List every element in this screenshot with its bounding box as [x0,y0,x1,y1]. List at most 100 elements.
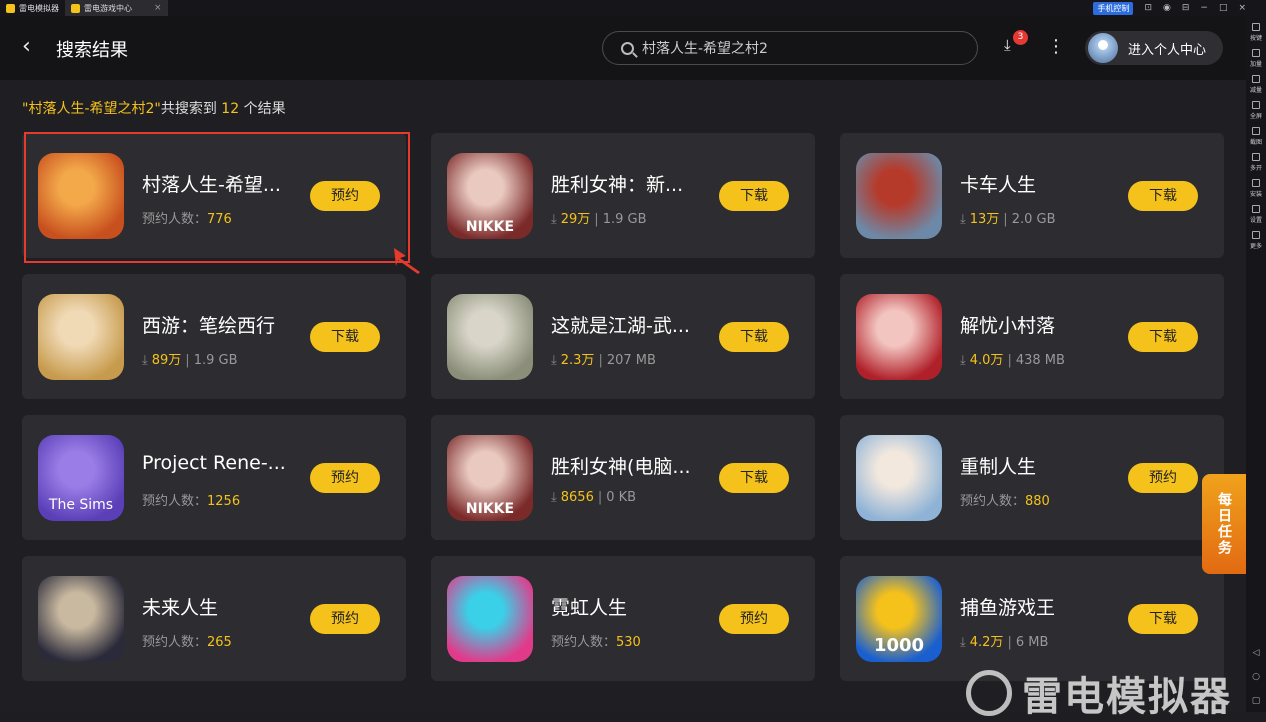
android-nav: ◁ ○ ▢ [1246,648,1266,706]
gamepad-icon[interactable]: ⊡ [1144,3,1152,13]
download-count-icon: ⤓ [551,212,557,227]
result-card[interactable]: The Sims Project Rene-... 预约人数：1256 预约 [22,415,406,540]
result-card[interactable]: 解忧小村落 ⤓ 4.0万 | 438 MB 下载 [840,274,1224,399]
more-options-icon[interactable]: ⋮ [1047,38,1065,56]
game-meta: ⤓ 89万 | 1.9 GB [142,349,238,368]
reserve-button[interactable]: 预约 [310,463,380,493]
user-center-button[interactable]: 进入个人中心 [1085,31,1223,65]
result-card[interactable]: 这就是江湖-武... ⤓ 2.3万 | 207 MB 下载 [431,274,815,399]
avatar [1088,33,1118,63]
result-card[interactable]: 1000 捕鱼游戏王 ⤓ 4.2万 | 6 MB 下载 [840,556,1224,681]
keymap-button[interactable]: 按键 [1250,23,1262,42]
close-icon[interactable]: × [1238,3,1246,13]
search-icon [621,41,634,55]
download-button[interactable]: 下载 [719,322,789,352]
download-button[interactable]: 下载 [1128,322,1198,352]
download-button[interactable]: 下载 [719,181,789,211]
download-button[interactable]: 下载 [719,463,789,493]
scissors-icon [1251,127,1260,135]
search-bar[interactable] [602,31,978,65]
reservation-label: 预约人数： [142,635,208,650]
download-icon: ⤓ [1004,36,1011,54]
emulator-side-toolbar: 按键 加量 减量 全屏 截图 多开 安装 设置 更多 ◁ ○ ▢ [1246,16,1266,712]
reserve-button[interactable]: 预约 [310,181,380,211]
reserve-button[interactable]: 预约 [1128,463,1198,493]
icon-label: 1000 [873,635,925,656]
meta-separator: | [597,490,603,505]
home-nav-icon[interactable]: ○ [1252,672,1260,682]
result-card[interactable]: 卡车人生 ⤓ 13万 | 2.0 GB 下载 [840,133,1224,258]
meta-separator: | [594,212,599,227]
tab-game-center[interactable]: 雷电游戏中心 × [65,0,168,16]
user-icon[interactable]: ◉ [1163,3,1171,13]
result-card[interactable]: 重制人生 预约人数：880 预约 [840,415,1224,540]
download-button[interactable]: 下载 [1128,604,1198,634]
download-count: 4.0万 [969,353,1004,368]
game-name: 胜利女神：新... [551,174,684,196]
game-icon: NIKKE [447,153,533,239]
result-card[interactable]: 未来人生 预约人数：265 预约 [22,556,406,681]
game-icon: The Sims [38,435,124,521]
download-count: 13万 [969,212,1000,227]
more-button[interactable]: 更多 [1250,231,1262,250]
game-name: 捕鱼游戏王 [960,597,1056,619]
result-card[interactable]: NIKKE 胜利女神(电脑... ⤓ 8656 | 0 KB 下载 [431,415,815,540]
download-button[interactable]: 下载 [310,322,380,352]
download-count-icon: ⤓ [551,353,557,368]
result-card[interactable]: NIKKE 胜利女神：新... ⤓ 29万 | 1.9 GB 下载 [431,133,815,258]
volume-up-icon [1251,49,1260,57]
volume-up-button[interactable]: 加量 [1250,49,1262,68]
screenshot-button[interactable]: 截图 [1250,127,1262,146]
phone-control-button[interactable]: 手机控制 [1093,1,1134,15]
maximize-icon[interactable]: □ [1219,3,1228,13]
icon-label: The Sims [48,497,114,513]
tab-ldplayer[interactable]: 雷电模拟器 [0,0,65,16]
page-title: 搜索结果 [56,40,128,61]
result-card[interactable]: 村落人生-希望... 预约人数：776 预约 [22,133,406,258]
volume-down-icon [1251,75,1260,83]
recents-nav-icon[interactable]: ▢ [1252,696,1261,706]
reservation-label: 预约人数： [551,635,617,650]
reservation-count: 265 [207,635,232,650]
reservation-label: 预约人数： [142,494,208,509]
fullscreen-button[interactable]: 全屏 [1250,101,1262,120]
tab-label: 雷电模拟器 [19,3,59,13]
game-icon: NIKKE [447,435,533,521]
reserve-button[interactable]: 预约 [310,604,380,634]
game-meta: ⤓ 8656 | 0 KB [551,490,636,505]
download-count: 4.2万 [969,635,1004,650]
game-icon [38,576,124,662]
tab-close-icon[interactable]: × [154,3,162,13]
minimize-icon[interactable]: − [1200,3,1208,13]
reserve-button[interactable]: 预约 [719,604,789,634]
reservation-label: 预约人数： [142,212,208,227]
reservation-count: 530 [616,635,641,650]
install-button[interactable]: 安装 [1250,179,1262,198]
icon-label: NIKKE [465,501,515,517]
game-name: 解忧小村落 [960,315,1056,337]
game-name: 西游：笔绘西行 [142,315,276,337]
menu-icon[interactable]: ⊟ [1182,3,1190,13]
download-count-icon: ⤓ [142,353,148,368]
multi-instance-button[interactable]: 多开 [1250,153,1262,172]
game-icon: 1000 [856,576,942,662]
back-nav-icon[interactable]: ◁ [1253,648,1260,658]
download-count: 2.3万 [560,353,595,368]
game-meta: ⤓ 13万 | 2.0 GB [960,208,1056,227]
result-summary: "村落人生-希望之村2"共搜索到 12 个结果 [22,101,286,117]
reservation-label: 预约人数： [960,494,1026,509]
result-card[interactable]: 西游：笔绘西行 ⤓ 89万 | 1.9 GB 下载 [22,274,406,399]
back-button[interactable]: ‹ [22,36,31,58]
apk-icon [1251,179,1260,187]
result-card[interactable]: 霓虹人生 预约人数：530 预约 [431,556,815,681]
search-input[interactable] [642,40,942,56]
meta-separator: | [1003,212,1008,227]
daily-task-button[interactable]: 每日任务 [1202,474,1246,574]
settings-button[interactable]: 设置 [1250,205,1262,224]
watermark: 雷电模拟器 [966,664,1232,722]
game-icon [856,435,942,521]
keyboard-icon [1251,23,1260,31]
more-icon [1251,231,1260,239]
download-button[interactable]: 下载 [1128,181,1198,211]
volume-down-button[interactable]: 减量 [1250,75,1262,94]
